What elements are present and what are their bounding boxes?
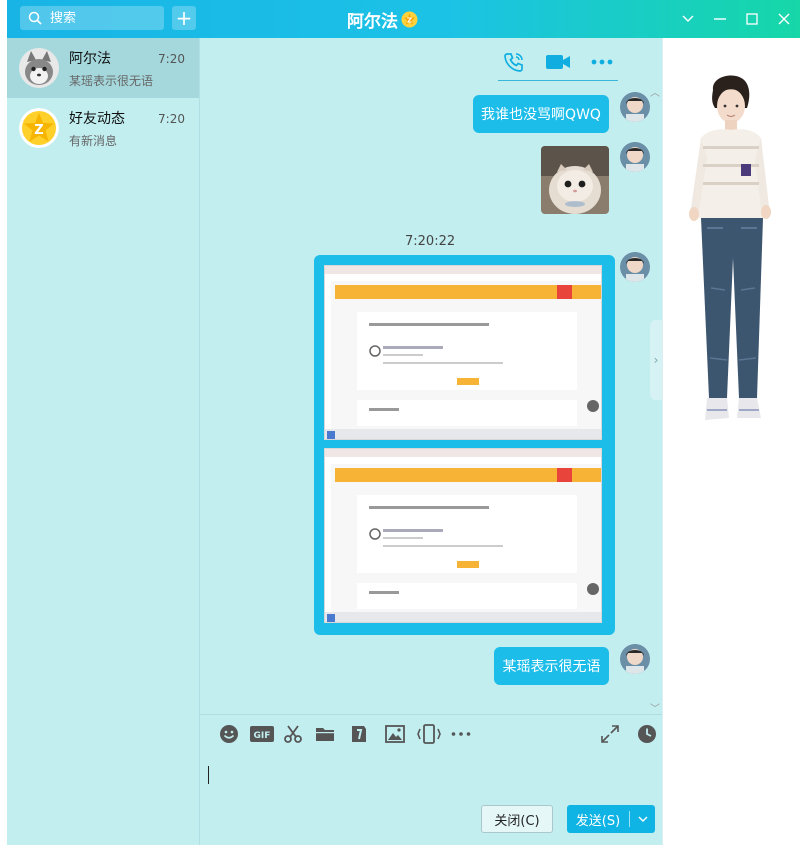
minimize-button[interactable] (704, 0, 736, 38)
window-title-wrap: 阿尔法 Z (347, 0, 418, 38)
maximize-button[interactable] (736, 0, 768, 38)
plus-icon: + (175, 6, 193, 30)
file-button[interactable] (314, 723, 336, 745)
more-options-button[interactable] (586, 46, 618, 78)
emoji-button[interactable] (218, 723, 240, 745)
conversation-item-friend-feed[interactable]: Z 好友动态 有新消息 7:20 (7, 98, 199, 158)
phone-shake-icon (417, 724, 441, 744)
wolf-avatar (19, 48, 59, 88)
send-button[interactable]: 发送(S) (567, 805, 655, 833)
window-controls (672, 0, 800, 38)
file-transfer-button[interactable] (348, 723, 370, 745)
video-icon (546, 55, 570, 69)
gif-icon: GIF (250, 726, 274, 742)
gif-button[interactable]: GIF (249, 723, 275, 745)
minimize-icon (714, 18, 726, 20)
conversation-time: 7:20 (158, 52, 185, 66)
message-text: 某瑶表示很无语 (502, 659, 601, 675)
chat-window: + 阿尔法 Z (7, 0, 800, 845)
cat-image[interactable] (541, 146, 609, 214)
window-title: 阿尔法 (347, 11, 398, 32)
expand-icon (601, 725, 619, 743)
history-icon (638, 725, 656, 743)
folder-icon (316, 728, 334, 741)
emoji-icon (220, 725, 238, 743)
screenshot-image[interactable] (324, 265, 602, 440)
title-bar: + 阿尔法 Z (7, 0, 800, 38)
more-icon (591, 59, 613, 65)
history-button[interactable] (636, 723, 658, 745)
desktop-background-left (0, 0, 7, 845)
message-bubble[interactable]: 某瑶表示很无语 (494, 647, 609, 685)
conversation-preview: 某瑶表示很无语 (69, 73, 154, 88)
message-timestamp: 7:20:22 (405, 234, 456, 249)
conversation-list: 阿尔法 某瑶表示很无语 7:20 Z 好友动态 有新消息 7:20 (7, 38, 200, 845)
text-caret (208, 766, 209, 784)
vip-badge-icon: Z (401, 11, 418, 27)
chevron-right-icon: › (653, 353, 659, 367)
avatar[interactable] (620, 142, 650, 172)
scroll-up-icon[interactable]: ︿ (650, 84, 660, 99)
chat-panel: ︿ 我谁也没骂啊QWQ 7:20:22 某瑶表示很无语 ﹀ GIF 关闭(C) … (200, 38, 662, 845)
collapse-button[interactable] (672, 0, 704, 38)
file-transfer-icon (352, 726, 366, 742)
message-text: 我谁也没骂啊QWQ (481, 107, 601, 123)
search-box[interactable] (20, 6, 164, 30)
conversation-item-alpha[interactable]: 阿尔法 某瑶表示很无语 7:20 (7, 38, 199, 98)
desktop-background-right (800, 0, 807, 845)
svg-text:Z: Z (34, 123, 43, 138)
character-show-panel (662, 38, 800, 845)
close-window-button[interactable] (768, 0, 800, 38)
scroll-down-icon[interactable]: ﹀ (650, 700, 660, 715)
search-input[interactable] (50, 10, 150, 26)
maximize-icon (746, 13, 758, 25)
chat-toolbar (498, 46, 618, 78)
image-icon (385, 725, 405, 743)
screenshot-button[interactable] (282, 723, 304, 745)
screenshot-image[interactable] (324, 448, 602, 623)
shake-button[interactable] (416, 723, 442, 745)
more-icon (451, 732, 471, 736)
close-chat-button[interactable]: 关闭(C) (481, 805, 553, 833)
character-avatar-figure (689, 75, 771, 420)
screenshots-bubble[interactable] (314, 255, 615, 635)
conversation-time: 7:20 (158, 112, 185, 126)
avatar[interactable] (620, 92, 650, 122)
toolbar-underline (498, 80, 618, 81)
video-call-button[interactable] (542, 46, 574, 78)
avatar[interactable] (620, 644, 650, 674)
conversation-preview: 有新消息 (69, 133, 118, 148)
chevron-down-icon (682, 15, 694, 22)
send-options-button[interactable] (630, 816, 655, 822)
expand-button[interactable] (599, 723, 621, 745)
avatar[interactable] (620, 252, 650, 282)
svg-text:Z: Z (407, 16, 412, 24)
search-icon (28, 11, 42, 25)
more-tools-button[interactable] (450, 723, 472, 745)
collapse-side-panel-button[interactable]: › (650, 320, 662, 400)
message-input[interactable] (200, 752, 662, 802)
svg-text:GIF: GIF (254, 731, 271, 741)
add-button[interactable]: + (172, 6, 196, 30)
chevron-down-icon (638, 816, 647, 822)
close-icon (778, 13, 790, 25)
message-bubble[interactable]: 我谁也没骂啊QWQ (473, 95, 609, 133)
star-avatar: Z (19, 108, 59, 148)
send-label: 发送(S) (575, 813, 621, 829)
voice-call-button[interactable] (498, 46, 530, 78)
scissors-icon (284, 725, 302, 743)
image-button[interactable] (384, 723, 406, 745)
input-toolbar: GIF (200, 714, 662, 752)
phone-icon (504, 53, 523, 72)
